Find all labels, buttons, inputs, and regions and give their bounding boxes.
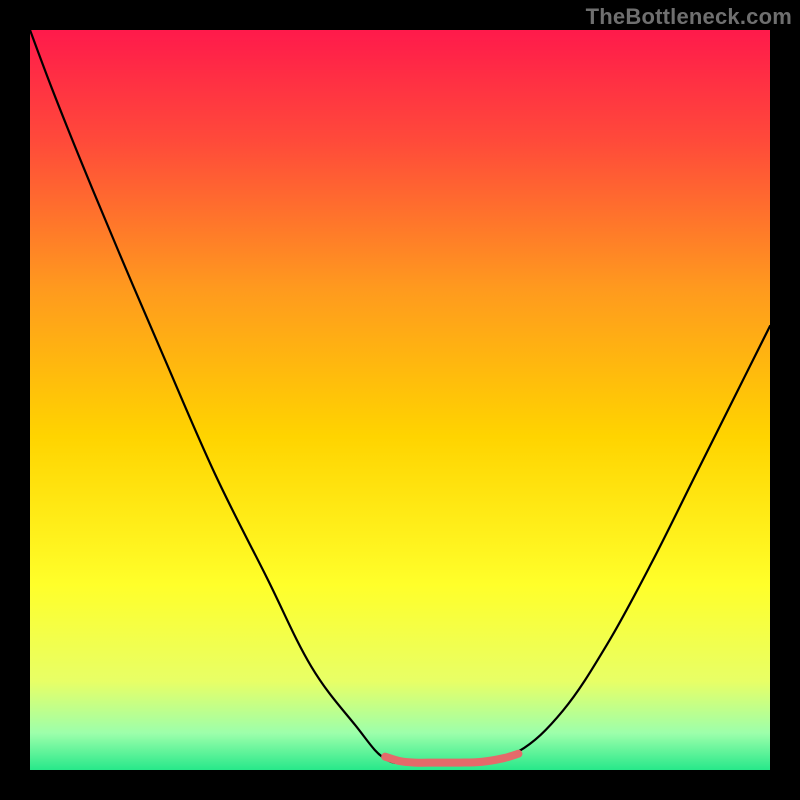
chart-svg [30,30,770,770]
gradient-background [30,30,770,770]
plot-area [30,30,770,770]
watermark-text: TheBottleneck.com [586,4,792,30]
chart-frame: TheBottleneck.com [0,0,800,800]
